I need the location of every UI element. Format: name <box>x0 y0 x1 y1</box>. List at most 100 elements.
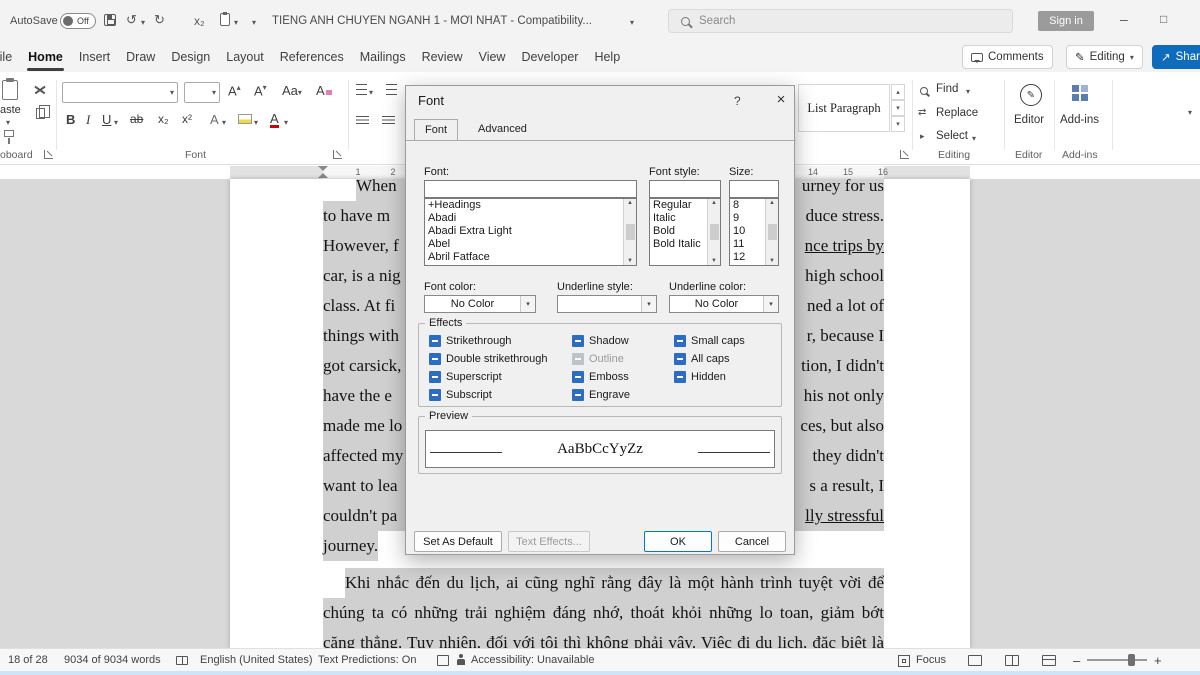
copy-icon[interactable] <box>36 108 45 119</box>
zoom-out-button[interactable]: – <box>1073 653 1080 668</box>
grow-font-button[interactable]: A▴ <box>228 83 241 98</box>
size-list[interactable]: 8 9 10 11 12 ▲▼ <box>729 198 779 266</box>
shadow-option[interactable]: Shadow <box>572 335 629 347</box>
all-caps-option[interactable]: All caps <box>674 353 730 365</box>
editor-status-icon[interactable] <box>437 655 449 666</box>
hidden-option[interactable]: Hidden <box>674 371 726 383</box>
add-ins-icon[interactable] <box>1072 85 1088 101</box>
maximize-button[interactable]: □ <box>1160 12 1167 26</box>
text-line[interactable]: Khi nhắc đến du lịch, ai cũng nghĩ rằng … <box>345 568 884 598</box>
subscript-option[interactable]: Subscript <box>429 389 492 401</box>
italic-button[interactable]: I <box>86 112 90 128</box>
font-list-item[interactable]: Abadi <box>425 212 623 225</box>
zoom-slider-track[interactable] <box>1087 659 1147 661</box>
undo-icon[interactable]: ↺ <box>126 12 137 28</box>
tab-mailings[interactable]: Mailings <box>352 45 414 69</box>
share-button[interactable]: ↗ Share <box>1152 45 1200 69</box>
text-line[interactable]: journey. <box>323 531 378 561</box>
tab-design[interactable]: Design <box>163 45 218 69</box>
shrink-font-button[interactable]: A▾ <box>254 83 267 98</box>
find-button[interactable]: Find <box>936 83 958 95</box>
strikethrough-button[interactable]: ab <box>130 112 143 126</box>
zoom-slider-thumb[interactable] <box>1128 654 1135 666</box>
subscript-button[interactable]: x₂ <box>158 112 169 126</box>
editing-mode-button[interactable]: ✎ Editing ▾ <box>1066 45 1143 69</box>
size-item[interactable]: 11 <box>730 238 765 251</box>
tab-insert[interactable]: Insert <box>71 45 118 69</box>
format-painter-icon[interactable] <box>4 130 14 137</box>
emboss-option[interactable]: Emboss <box>572 371 629 383</box>
language-status[interactable]: English (United States) <box>200 654 313 666</box>
focus-label[interactable]: Focus <box>916 654 946 666</box>
word-count-status[interactable]: 9034 of 9034 words <box>64 654 161 666</box>
select-button[interactable]: Select <box>936 130 968 142</box>
change-case-button[interactable]: Aa▾ <box>282 83 302 98</box>
engrave-option[interactable]: Engrave <box>572 389 630 401</box>
dialog-tab-advanced[interactable]: Advanced <box>468 119 537 140</box>
align-center-icon[interactable] <box>382 116 395 126</box>
hanging-indent-marker[interactable] <box>318 173 328 178</box>
chevron-down-icon[interactable]: ▾ <box>222 118 226 127</box>
print-layout-icon[interactable] <box>1005 655 1019 666</box>
font-list-item[interactable]: Abril Fatface <box>425 251 623 264</box>
cut-icon[interactable] <box>34 84 46 96</box>
proofing-icon[interactable] <box>176 656 188 665</box>
dialog-tab-font[interactable]: Font <box>414 119 458 140</box>
tab-layout[interactable]: Layout <box>218 45 272 69</box>
font-list-item[interactable]: Abel <box>425 238 623 251</box>
text-predictions-status[interactable]: Text Predictions: On <box>318 654 416 666</box>
text-line[interactable]: căng thẳng. Tuy nhiên, đối với tôi thì k… <box>323 628 884 648</box>
font-style-input[interactable] <box>649 180 721 198</box>
font-list[interactable]: +Headings Abadi Abadi Extra Light Abel A… <box>424 198 637 266</box>
size-item[interactable]: 8 <box>730 199 765 212</box>
font-size-combo[interactable]: ▾ <box>184 82 220 103</box>
chevron-down-icon[interactable]: ▾ <box>369 88 373 97</box>
chevron-down-icon[interactable]: ▾ <box>284 118 288 127</box>
font-list-scrollbar[interactable]: ▲▼ <box>623 199 636 265</box>
subscript-qat-icon[interactable]: x₂ <box>194 14 205 28</box>
double-strikethrough-option[interactable]: Double strikethrough <box>429 353 548 365</box>
tab-view[interactable]: View <box>471 45 514 69</box>
web-layout-icon[interactable] <box>1042 655 1056 666</box>
tab-help[interactable]: Help <box>586 45 628 69</box>
size-list-scrollbar[interactable]: ▲▼ <box>765 199 778 265</box>
chevron-down-icon[interactable]: ▾ <box>972 134 976 143</box>
tab-home[interactable]: Home <box>20 45 71 69</box>
help-button[interactable]: ? <box>734 94 741 108</box>
highlight-color-icon[interactable] <box>238 114 252 124</box>
bold-button[interactable]: B <box>66 112 75 127</box>
accessibility-status[interactable]: Accessibility: Unavailable <box>471 654 595 666</box>
bullet-list-icon[interactable] <box>356 84 367 95</box>
clipboard-dialog-launcher-icon[interactable] <box>44 150 53 159</box>
style-scroll-up[interactable]: ▴ <box>891 84 905 100</box>
chevron-down-icon[interactable]: ▾ <box>114 118 118 127</box>
font-name-input[interactable] <box>424 180 637 198</box>
superscript-button[interactable]: x² <box>182 112 192 126</box>
underline-color-combo[interactable]: No Color ▾ <box>669 295 779 313</box>
chevron-down-icon[interactable]: ▾ <box>966 87 970 96</box>
font-style-scrollbar[interactable]: ▲▼ <box>707 199 720 265</box>
chevron-down-icon[interactable]: ▾ <box>252 18 256 27</box>
tab-developer[interactable]: Developer <box>513 45 586 69</box>
font-style-list[interactable]: Regular Italic Bold Bold Italic ▲▼ <box>649 198 721 266</box>
close-icon[interactable]: × <box>766 86 796 112</box>
zoom-in-button[interactable]: + <box>1154 653 1162 668</box>
align-left-icon[interactable] <box>356 116 369 126</box>
font-color-button[interactable]: A <box>270 112 279 128</box>
autosave-toggle[interactable]: Off <box>60 13 96 29</box>
font-style-item[interactable]: Bold <box>650 225 707 238</box>
vietnamese-paragraph[interactable]: Khi nhắc đến du lịch, ai cũng nghĩ rằng … <box>323 568 884 648</box>
chevron-down-icon[interactable]: ▾ <box>141 18 145 27</box>
font-list-item[interactable]: +Headings <box>425 199 623 212</box>
sign-in-button[interactable]: Sign in <box>1038 11 1094 31</box>
font-color-combo[interactable]: No Color ▾ <box>424 295 536 313</box>
clear-formatting-button[interactable]: A <box>316 83 332 98</box>
size-item[interactable]: 10 <box>730 225 765 238</box>
tab-draw[interactable]: Draw <box>118 45 163 69</box>
clipboard-qat-icon[interactable] <box>220 13 230 26</box>
cancel-button[interactable]: Cancel <box>718 531 786 552</box>
underline-button[interactable]: U <box>102 112 111 127</box>
paste-button[interactable]: aste <box>0 104 21 116</box>
comments-button[interactable]: Comments <box>962 45 1053 69</box>
font-style-item[interactable]: Italic <box>650 212 707 225</box>
